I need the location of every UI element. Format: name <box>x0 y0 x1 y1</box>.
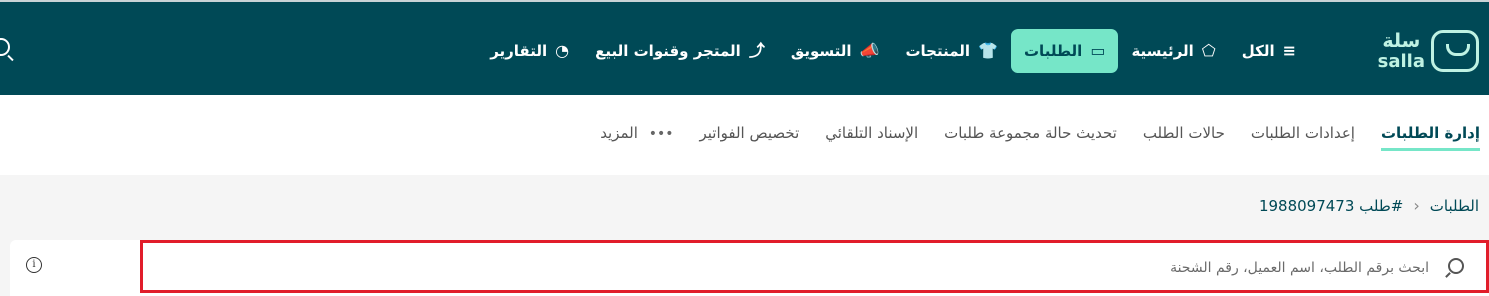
salla-logo-icon <box>1431 30 1479 72</box>
home-icon: ⬠ <box>1201 41 1216 60</box>
logo-text: سلة salla <box>1377 29 1425 72</box>
archive-box-icon: ▭ <box>1090 41 1106 60</box>
nav-item-label: المتجر وقنوات البيع <box>595 42 741 60</box>
logo-text-en: salla <box>1377 50 1425 72</box>
orders-subnav: إدارة الطلبات إعدادات الطلبات حالات الطل… <box>0 95 1489 175</box>
main-nav: ≡ الكل ⬠ الرئيسية ▭ الطلبات 👕 المنتجات 📣… <box>477 29 1309 73</box>
nav-item-orders[interactable]: ▭ الطلبات <box>1010 29 1119 73</box>
tab-more[interactable]: المزيد ••• <box>600 119 673 151</box>
tab-invoice-customization[interactable]: تخصيص الفواتير <box>699 119 799 151</box>
nav-item-products[interactable]: 👕 المنتجات <box>892 29 1011 73</box>
nav-item-label: المنتجات <box>905 42 971 60</box>
top-navigation-bar: سلة salla ≡ الكل ⬠ الرئيسية ▭ الطلبات 👕 … <box>0 0 1489 95</box>
menu-icon: ≡ <box>1282 41 1296 60</box>
subnav-tabs: إدارة الطلبات إعدادات الطلبات حالات الطل… <box>600 119 1480 151</box>
megaphone-icon: 📣 <box>859 41 880 60</box>
breadcrumb: الطلبات › طلب 1988097473# <box>1259 196 1479 215</box>
breadcrumb-orders-link[interactable]: الطلبات <box>1430 197 1479 215</box>
tab-bulk-status-update[interactable]: تحديث حالة مجموعة طلبات <box>944 119 1117 151</box>
search-input[interactable] <box>227 255 1431 281</box>
chevron-left-icon: › <box>1413 196 1420 215</box>
nav-item-label: الكل <box>1241 42 1275 60</box>
tab-auto-assign[interactable]: الإسناد التلقائي <box>825 119 918 151</box>
nav-item-label: الطلبات <box>1023 42 1083 60</box>
nav-item-store-channels[interactable]: ⤴ المتجر وقنوات البيع <box>582 29 778 73</box>
global-search-icon[interactable] <box>0 38 10 56</box>
tab-order-statuses[interactable]: حالات الطلب <box>1143 119 1225 151</box>
info-icon[interactable]: i <box>26 257 42 273</box>
nav-item-reports[interactable]: ◔ التقارير <box>477 29 582 73</box>
search-icon <box>1448 258 1464 274</box>
nav-item-label: الرئيسية <box>1131 42 1194 60</box>
pie-chart-icon: ◔ <box>555 41 570 60</box>
nav-item-home[interactable]: ⬠ الرئيسية <box>1118 29 1228 73</box>
search-box[interactable] <box>140 240 1489 293</box>
breadcrumb-current-order: طلب 1988097473# <box>1258 196 1404 215</box>
nav-item-label: التسويق <box>790 42 852 60</box>
nav-item-all[interactable]: ≡ الكل <box>1229 29 1309 73</box>
store-share-icon: ⤴ <box>748 41 765 60</box>
shirt-icon: 👕 <box>978 41 998 60</box>
tab-orders-management[interactable]: إدارة الطلبات <box>1380 119 1480 151</box>
nav-item-marketing[interactable]: 📣 التسويق <box>778 29 893 73</box>
logo-text-ar: سلة <box>1382 29 1421 52</box>
nav-item-label: التقارير <box>490 42 548 60</box>
salla-logo[interactable]: سلة salla <box>1378 28 1479 74</box>
more-dots-icon: ••• <box>648 126 674 142</box>
search-card: i <box>10 240 1489 296</box>
more-label: المزيد <box>600 124 638 142</box>
tab-orders-settings[interactable]: إعدادات الطلبات <box>1251 119 1355 151</box>
